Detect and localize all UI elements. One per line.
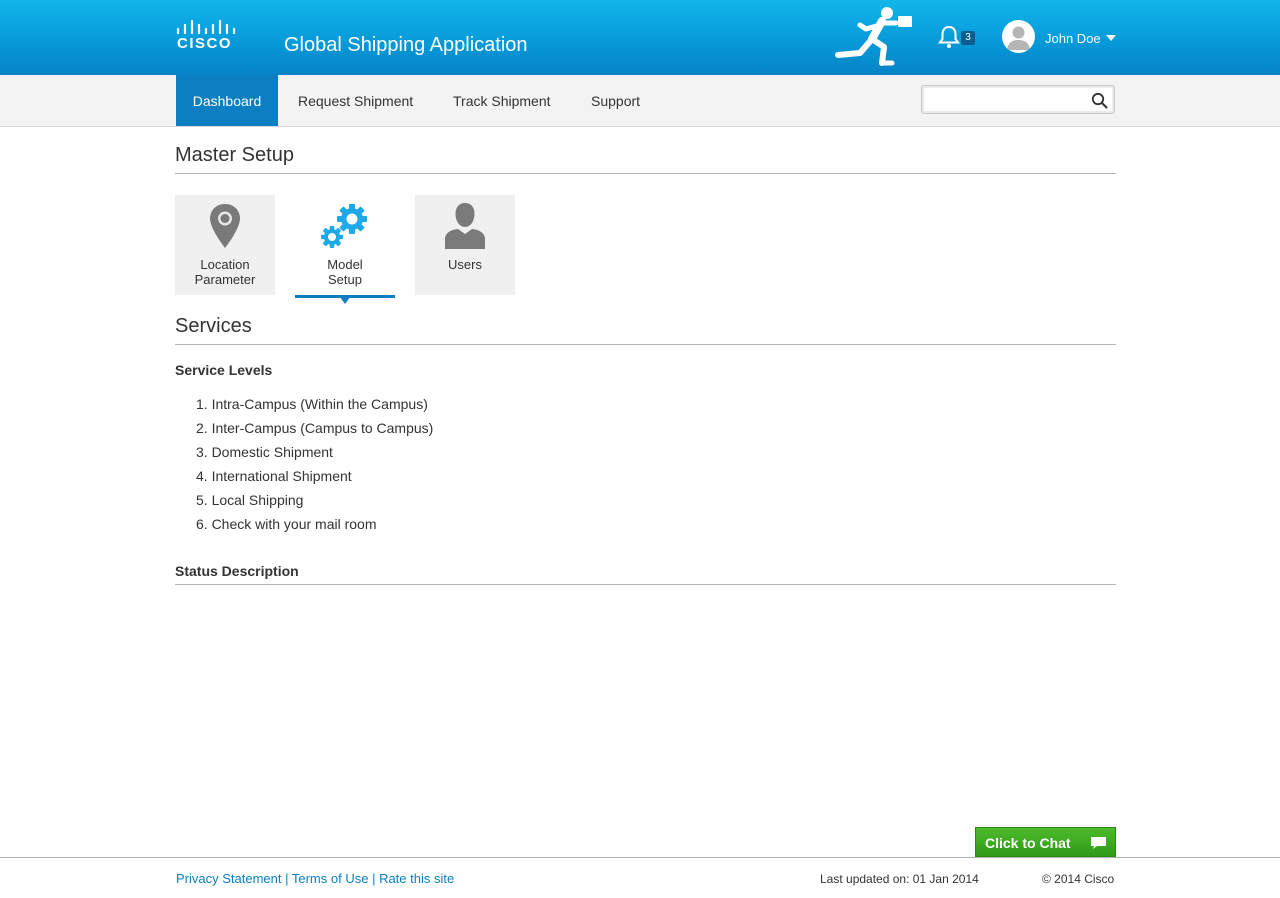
- terms-of-use-link[interactable]: Terms of Use: [292, 871, 369, 886]
- active-tile-pointer: [340, 297, 350, 304]
- chat-bubble-icon: [1091, 837, 1106, 849]
- chevron-down-icon: [1106, 35, 1116, 41]
- list-item: 5. Local Shipping: [196, 492, 304, 508]
- search-input[interactable]: [926, 89, 1086, 110]
- master-setup-title: Master Setup: [175, 144, 294, 166]
- nav-item-request-shipment[interactable]: Request Shipment: [298, 75, 413, 126]
- user-name: John Doe: [1045, 31, 1101, 46]
- gears-icon: [321, 204, 367, 248]
- tile-label: Model Setup: [295, 257, 395, 287]
- notification-bell-icon[interactable]: [938, 25, 960, 49]
- tile-label: Location Parameter: [175, 257, 275, 287]
- divider: [175, 344, 1116, 345]
- tile-label-line1: Location: [200, 257, 250, 272]
- tile-label-line2: Setup: [328, 272, 362, 287]
- list-item: 4. International Shipment: [196, 468, 352, 484]
- avatar: [1002, 20, 1035, 53]
- cisco-wordmark: CISCO: [177, 35, 233, 52]
- tile-label-line2: Parameter: [194, 272, 256, 287]
- list-item: 2. Inter-Campus (Campus to Campus): [196, 420, 434, 436]
- status-description-heading: Status Description: [175, 563, 299, 579]
- tile-location-parameter[interactable]: Location Parameter: [175, 195, 275, 295]
- footer-divider: [0, 857, 1280, 858]
- running-courier-icon: [835, 7, 912, 66]
- nav-item-track-shipment[interactable]: Track Shipment: [453, 75, 551, 126]
- last-updated-text: Last updated on: 01 Jan 2014: [820, 872, 979, 886]
- user-avatar-icon: [1007, 26, 1030, 50]
- tile-model-setup[interactable]: Model Setup: [295, 195, 395, 295]
- nav-item-support[interactable]: Support: [591, 75, 640, 126]
- service-levels-list: 1. Intra-Campus (Within the Campus) 2. I…: [196, 392, 433, 536]
- user-icon: [445, 203, 485, 249]
- app-header: CISCO Global Shipping Application 3 John…: [0, 0, 1280, 75]
- chat-label: Click to Chat: [985, 835, 1071, 851]
- rate-this-site-link[interactable]: Rate this site: [379, 871, 454, 886]
- location-pin-icon: [210, 204, 240, 248]
- app-title: Global Shipping Application: [284, 34, 528, 56]
- copyright-text: © 2014 Cisco: [1042, 872, 1115, 886]
- privacy-statement-link[interactable]: Privacy Statement: [176, 871, 282, 886]
- list-item: 6. Check with your mail room: [196, 516, 377, 532]
- services-title: Services: [175, 315, 252, 337]
- search-box: [921, 85, 1115, 114]
- main-nav: Dashboard Request Shipment Track Shipmen…: [0, 75, 1280, 127]
- cisco-logo[interactable]: CISCO: [175, 20, 237, 54]
- footer-links: Privacy Statement | Terms of Use | Rate …: [176, 871, 454, 886]
- link-separator: |: [281, 871, 292, 886]
- link-separator: |: [368, 871, 380, 886]
- user-menu[interactable]: John Doe: [1002, 20, 1118, 54]
- tile-label: Users: [448, 257, 482, 272]
- click-to-chat-button[interactable]: Click to Chat: [975, 827, 1116, 857]
- divider: [175, 584, 1116, 585]
- list-item: 3. Domestic Shipment: [196, 444, 333, 460]
- divider: [175, 173, 1116, 174]
- tile-users[interactable]: Users: [415, 195, 515, 295]
- nav-item-dashboard[interactable]: Dashboard: [176, 75, 278, 126]
- cisco-bars-icon: [176, 20, 236, 35]
- service-levels-heading: Service Levels: [175, 362, 273, 378]
- notification-count-badge: 3: [961, 31, 975, 45]
- list-item: 1. Intra-Campus (Within the Campus): [196, 396, 428, 412]
- search-icon[interactable]: [1091, 92, 1108, 109]
- tile-label-line1: Model: [327, 257, 363, 272]
